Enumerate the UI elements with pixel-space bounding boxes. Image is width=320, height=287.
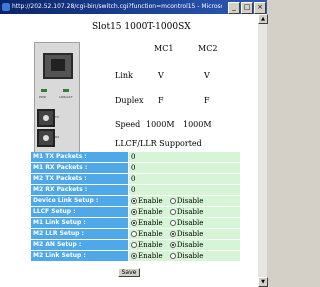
status-label-duplex: Duplex	[115, 96, 144, 105]
enable-radio[interactable]	[131, 231, 137, 237]
media-converter-image: PWR LINK/ACT TX RX	[34, 42, 80, 156]
setting-row-m2-llr: M2 LLR Setup : Enable Disable	[31, 229, 240, 240]
enable-radio[interactable]	[131, 198, 137, 204]
setting-options: Enable Disable	[129, 229, 240, 239]
status-link-mc2: V	[204, 71, 210, 80]
setting-options: Enable Disable	[129, 251, 240, 261]
status-label-link: Link	[115, 71, 133, 80]
led-label-pwr: PWR	[39, 95, 46, 99]
save-button[interactable]: Save	[118, 268, 140, 277]
setting-options: Enable Disable	[129, 207, 240, 217]
setting-row-m2-an: M2 AN Setup : Enable Disable	[31, 240, 240, 251]
disable-label: Disable	[176, 252, 204, 260]
enable-label: Enable	[138, 241, 163, 249]
disable-label: Disable	[176, 197, 204, 205]
close-button[interactable]: ×	[254, 2, 266, 14]
disable-radio[interactable]	[169, 242, 176, 248]
setting-label: M1 Link Setup :	[31, 218, 128, 228]
column-header-mc2: MC2	[198, 44, 218, 53]
table-row: M2 TX Packets : 0	[31, 174, 240, 185]
setting-label: M2 Link Setup :	[31, 251, 128, 261]
disable-label: Disable	[176, 241, 204, 249]
setting-label: M2 AN Setup :	[31, 240, 128, 250]
status-speed-mc1: 1000M	[146, 120, 175, 129]
setting-row-llcf: LLCF Setup : Enable Disable	[31, 207, 240, 218]
power-led-icon	[41, 89, 47, 92]
counter-label: M2 RX Packets :	[31, 185, 128, 195]
counter-value: 0	[129, 163, 240, 173]
enable-radio[interactable]	[131, 242, 137, 248]
fiber-rx-label: RX	[55, 135, 60, 139]
setting-row-device-link: Device Link Setup : Enable Disable	[31, 196, 240, 207]
disable-radio[interactable]	[169, 253, 176, 259]
column-header-mc1: MC1	[154, 44, 174, 53]
counter-label: M1 RX Packets :	[31, 163, 128, 173]
status-duplex-mc2: F	[204, 96, 210, 105]
setting-row-m1-link: M1 Link Setup : Enable Disable	[31, 218, 240, 229]
setting-options: Enable Disable	[129, 218, 240, 228]
enable-radio[interactable]	[131, 209, 137, 215]
table-row: M1 TX Packets : 0	[31, 152, 240, 163]
fiber-tx-port-icon	[37, 109, 55, 127]
browser-window: http://202.52.107.28/cgi-bin/switch.cgi?…	[0, 0, 268, 287]
window-title: http://202.52.107.28/cgi-bin/switch.cgi?…	[12, 3, 222, 10]
led-label-link: LINK/ACT	[59, 95, 73, 99]
disable-radio[interactable]	[169, 209, 176, 215]
setting-options: Enable Disable	[129, 196, 240, 206]
llcf-supported-text: LLCF/LLR Supported	[115, 139, 202, 148]
counter-value: 0	[129, 174, 240, 184]
table-row: M1 RX Packets : 0	[31, 163, 240, 174]
setting-label: M2 LLR Setup :	[31, 229, 128, 239]
enable-label: Enable	[138, 252, 163, 260]
status-label-speed: Speed	[115, 120, 141, 129]
title-bar: http://202.52.107.28/cgi-bin/switch.cgi?…	[0, 0, 267, 14]
counter-value: 0	[129, 185, 240, 195]
enable-radio[interactable]	[131, 220, 137, 226]
fiber-rx-port-icon	[37, 129, 55, 147]
counter-label: M1 TX Packets :	[31, 152, 128, 162]
scroll-down-icon[interactable]: ▼	[258, 277, 268, 287]
disable-label: Disable	[176, 208, 204, 216]
status-link-mc1: V	[158, 71, 164, 80]
setting-label: LLCF Setup :	[31, 207, 128, 217]
minimize-button[interactable]: _	[228, 2, 240, 14]
rj45-port-icon	[43, 53, 73, 79]
enable-label: Enable	[138, 208, 163, 216]
link-led-icon	[63, 89, 69, 92]
status-duplex-mc1: F	[158, 96, 164, 105]
disable-label: Disable	[176, 230, 204, 238]
enable-label: Enable	[138, 197, 163, 205]
setting-label: Device Link Setup :	[31, 196, 128, 206]
table-row: M2 RX Packets : 0	[31, 185, 240, 196]
disable-radio[interactable]	[169, 220, 176, 226]
status-speed-mc2: 1000M	[183, 120, 212, 129]
internet-explorer-icon	[2, 3, 10, 11]
maximize-button[interactable]: □	[241, 2, 253, 14]
disable-radio[interactable]	[169, 198, 176, 204]
scroll-up-icon[interactable]: ▲	[258, 14, 268, 24]
slot-title: Slot15 1000T-1000SX	[92, 22, 191, 32]
counter-value: 0	[129, 152, 240, 162]
vertical-scrollbar[interactable]: ▲ ▼	[258, 14, 268, 287]
enable-label: Enable	[138, 230, 163, 238]
fiber-tx-label: TX	[55, 115, 59, 119]
enable-radio[interactable]	[131, 253, 137, 259]
enable-label: Enable	[138, 219, 163, 227]
setting-options: Enable Disable	[129, 240, 240, 250]
setting-row-m2-link: M2 Link Setup : Enable Disable	[31, 251, 240, 262]
disable-radio[interactable]	[169, 231, 176, 237]
counter-label: M2 TX Packets :	[31, 174, 128, 184]
disable-label: Disable	[176, 219, 204, 227]
